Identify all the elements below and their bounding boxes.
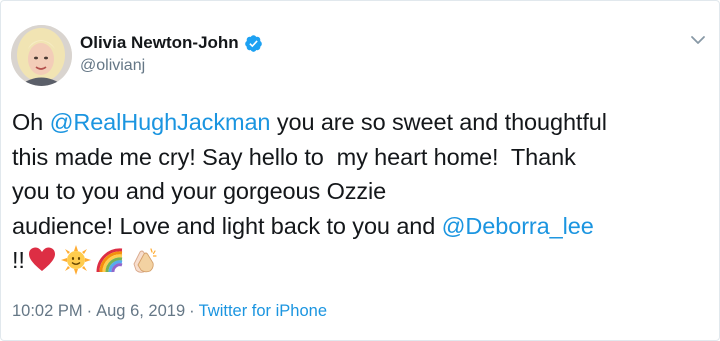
- text-segment: audience! Love and light back to you and: [12, 212, 442, 239]
- tweet-time[interactable]: 10:02 PM: [12, 302, 83, 320]
- separator: ·: [86, 302, 93, 320]
- tweet-line-5: !!: [12, 243, 712, 277]
- tweet-line-1: Oh @RealHughJackman you are so sweet and…: [12, 105, 712, 140]
- tweet-text: Oh @RealHughJackman you are so sweet and…: [12, 105, 712, 277]
- red-heart-icon: [27, 245, 57, 275]
- rainbow-icon: [95, 245, 125, 275]
- text-segment: Oh: [12, 109, 50, 135]
- avatar[interactable]: [11, 25, 72, 86]
- sun-with-face-icon: [60, 245, 91, 275]
- tweet-card: Olivia Newton-John @olivianj Oh @RealHug…: [0, 0, 720, 341]
- display-name-row: Olivia Newton-John: [80, 32, 263, 54]
- verified-badge-icon: [244, 34, 263, 53]
- tweet-line-2: this made me cry! Say hello to my heart …: [12, 143, 576, 170]
- tweet-date[interactable]: Aug 6, 2019: [96, 302, 185, 320]
- exclamation-text: !!: [12, 246, 25, 273]
- tweet-line-3: you to you and your gorgeous Ozzie: [12, 178, 387, 204]
- clapping-hands-icon: [129, 245, 159, 275]
- text-segment: you are so sweet and thoughtful: [270, 109, 607, 135]
- display-name[interactable]: Olivia Newton-John: [80, 33, 239, 53]
- mention-link[interactable]: @Deborra_lee: [442, 213, 594, 239]
- avatar-image: [11, 25, 72, 86]
- tweet-meta: 10:02 PM · Aug 6, 2019 · Twitter for iPhone: [12, 302, 327, 321]
- handle[interactable]: @olivianj: [80, 57, 263, 75]
- author-block: Olivia Newton-John @olivianj: [80, 32, 263, 75]
- separator: ·: [189, 302, 195, 320]
- chevron-down-icon[interactable]: [689, 31, 707, 49]
- tweet-source-link[interactable]: Twitter for iPhone: [199, 302, 327, 320]
- tweet-header: Olivia Newton-John @olivianj: [11, 19, 709, 89]
- tweet-line-4: audience! Love and light back to you and…: [12, 209, 712, 244]
- mention-link[interactable]: @RealHughJackman: [50, 109, 271, 135]
